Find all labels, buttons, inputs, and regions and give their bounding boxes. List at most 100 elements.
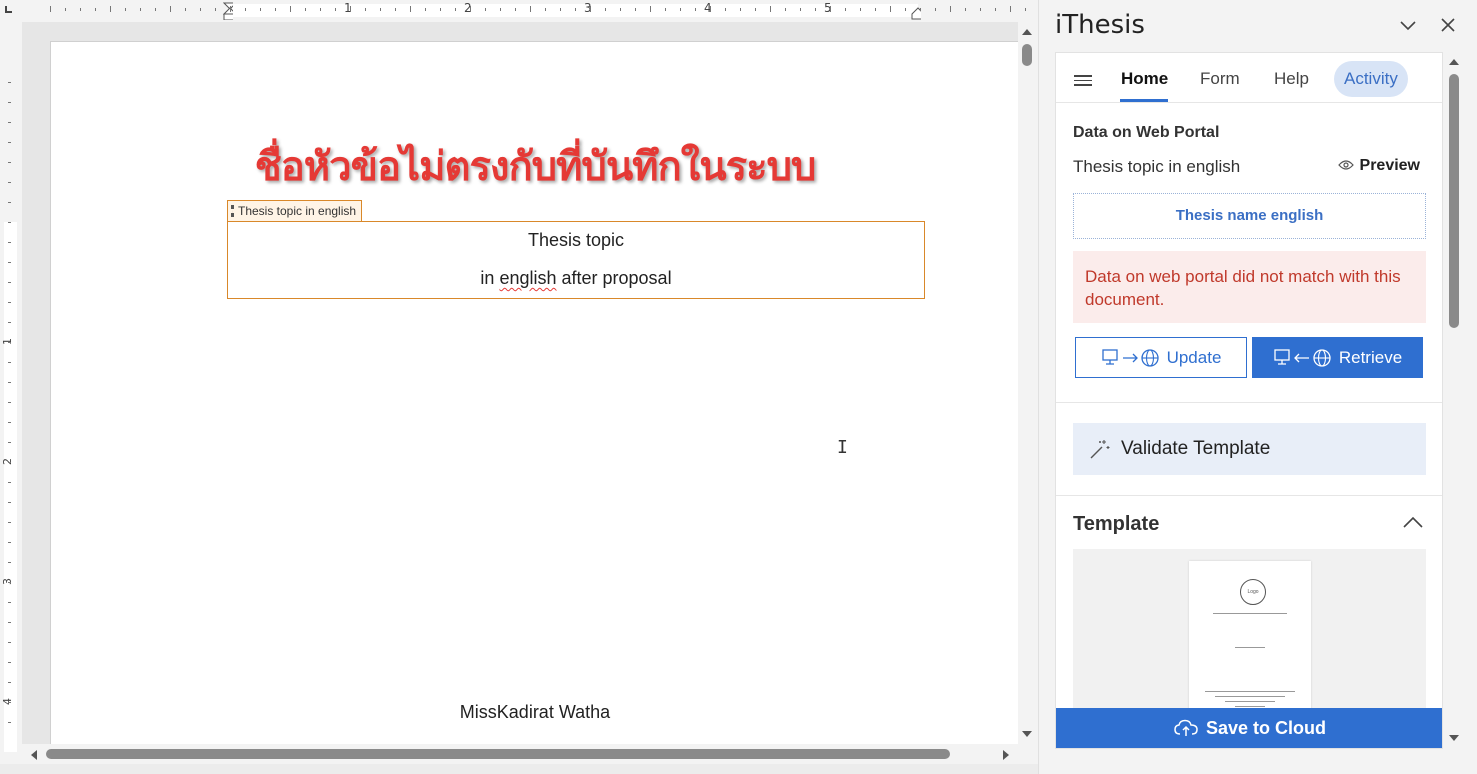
chevron-down-icon[interactable]	[1397, 14, 1419, 36]
scroll-down-arrow-icon[interactable]	[1448, 734, 1460, 742]
ruler-tick	[305, 8, 306, 11]
tab-home[interactable]: Home	[1121, 69, 1168, 89]
document-page[interactable]: ชื่อหัวข้อไม่ตรงกับที่บันทึกในระบบ Thesi…	[50, 41, 1018, 744]
vertical-scroll-thumb[interactable]	[1022, 44, 1032, 66]
ruler-tick	[335, 8, 336, 11]
ruler-tick	[560, 8, 561, 11]
ruler-tick	[8, 242, 11, 243]
update-button[interactable]: Update	[1075, 337, 1247, 378]
ruler-tick	[260, 8, 261, 11]
ruler-tick	[920, 8, 921, 11]
ruler-tick	[365, 8, 366, 11]
tab-selector[interactable]	[0, 0, 22, 22]
horizontal-ruler[interactable]: 1 2 3 4 5	[22, 0, 1036, 22]
ruler-tick	[8, 682, 11, 683]
content-control-tag[interactable]: Thesis topic in english	[227, 200, 363, 221]
vertical-ruler[interactable]: 1 2 3 4	[0, 22, 22, 752]
tab-form[interactable]: Form	[1200, 69, 1240, 89]
ruler-tick	[545, 8, 546, 11]
ruler-tick	[380, 8, 381, 11]
ruler-tick	[155, 8, 156, 11]
ruler-tick	[8, 222, 11, 223]
ruler-tick	[65, 8, 66, 11]
right-indent-marker[interactable]	[911, 2, 921, 20]
scroll-up-arrow-icon[interactable]	[1021, 28, 1033, 36]
ruler-tick	[8, 602, 11, 603]
thesis-topic-content-control[interactable]: Thesis topic in english after proposal	[227, 221, 925, 299]
ruler-tick	[635, 8, 636, 11]
ruler-tick	[8, 422, 11, 423]
save-to-cloud-button[interactable]: Save to Cloud	[1056, 708, 1442, 748]
ruler-tick	[8, 702, 11, 703]
scroll-left-arrow-icon[interactable]	[30, 749, 38, 761]
scroll-up-arrow-icon[interactable]	[1448, 58, 1460, 66]
ruler-tick	[425, 8, 426, 11]
ruler-tick	[800, 8, 801, 11]
chevron-up-icon[interactable]	[1402, 515, 1424, 529]
thesis-topic-line1: Thesis topic	[527, 230, 625, 250]
ruler-tick	[8, 202, 11, 203]
content-control-tag-label: Thesis topic in english	[238, 204, 357, 218]
ruler-tick	[680, 8, 681, 11]
template-thumbnail: Logo	[1189, 561, 1311, 719]
ruler-tick	[140, 8, 141, 11]
pane-vertical-scrollbar[interactable]	[1445, 52, 1463, 749]
ruler-tick	[950, 6, 951, 12]
document-vertical-scrollbar[interactable]	[1018, 22, 1036, 744]
ruler-tick	[8, 362, 11, 363]
ruler-tick	[1025, 8, 1026, 11]
template-preview[interactable]: Logo	[1073, 549, 1426, 719]
ruler-tick	[650, 6, 651, 12]
ruler-tick	[8, 82, 11, 83]
ithesis-task-pane: iThesis Home Form Help Activity Data on …	[1038, 0, 1477, 774]
ruler-tick	[8, 462, 11, 463]
ruler-tick	[8, 122, 11, 123]
pane-nav: Home Form Help Activity	[1056, 53, 1442, 103]
ruler-tick	[935, 8, 936, 11]
pane-content: Home Form Help Activity Data on Web Port…	[1055, 52, 1443, 749]
ruler-tick	[8, 322, 11, 323]
ruler-tick	[8, 402, 11, 403]
tab-help[interactable]: Help	[1274, 69, 1309, 89]
ruler-tick	[755, 8, 756, 11]
ibeam-cursor-icon: I	[837, 437, 848, 458]
ruler-tick	[8, 622, 11, 623]
document-horizontal-scrollbar[interactable]	[22, 744, 1018, 764]
ruler-tick	[1010, 6, 1011, 12]
ruler-tick	[710, 6, 711, 12]
tab-activity[interactable]: Activity	[1334, 61, 1408, 97]
pane-scroll-thumb[interactable]	[1449, 74, 1459, 328]
ruler-tick	[815, 8, 816, 11]
ruler-tick	[8, 262, 11, 263]
ruler-tick	[575, 8, 576, 11]
ruler-tick	[50, 6, 51, 12]
globe-to-computer-icon	[1274, 348, 1331, 367]
first-line-indent-marker[interactable]	[223, 2, 233, 20]
topic-mismatch-warning: ชื่อหัวข้อไม่ตรงกับที่บันทึกในระบบ	[254, 144, 817, 190]
ruler-tick	[350, 6, 351, 12]
ruler-tick	[980, 8, 981, 11]
author-name: MissKadirat Watha	[459, 702, 611, 722]
ruler-tick	[185, 8, 186, 11]
ruler-tick	[665, 8, 666, 11]
template-logo: Logo	[1240, 579, 1266, 605]
ruler-tick	[590, 6, 591, 12]
ruler-tick	[995, 8, 996, 11]
close-icon[interactable]	[1437, 14, 1459, 36]
validate-template-button[interactable]: Validate Template	[1073, 423, 1426, 475]
misspelled-word[interactable]: english	[499, 268, 556, 288]
ruler-tick	[8, 162, 11, 163]
scroll-down-arrow-icon[interactable]	[1021, 730, 1033, 738]
hamburger-icon[interactable]	[1074, 75, 1092, 87]
preview-link[interactable]: Preview	[1337, 157, 1420, 175]
document-canvas[interactable]: ชื่อหัวข้อไม่ตรงกับที่บันทึกในระบบ Thesi…	[22, 22, 1018, 744]
ruler-tick	[8, 142, 11, 143]
computer-to-globe-icon	[1101, 348, 1159, 367]
scroll-right-arrow-icon[interactable]	[1002, 749, 1010, 761]
retrieve-button[interactable]: Retrieve	[1252, 337, 1423, 378]
ruler-tick	[8, 502, 11, 503]
horizontal-scroll-thumb[interactable]	[46, 749, 950, 759]
ruler-tick	[215, 8, 216, 11]
ruler-tick	[8, 182, 11, 183]
ruler-tick	[620, 8, 621, 11]
